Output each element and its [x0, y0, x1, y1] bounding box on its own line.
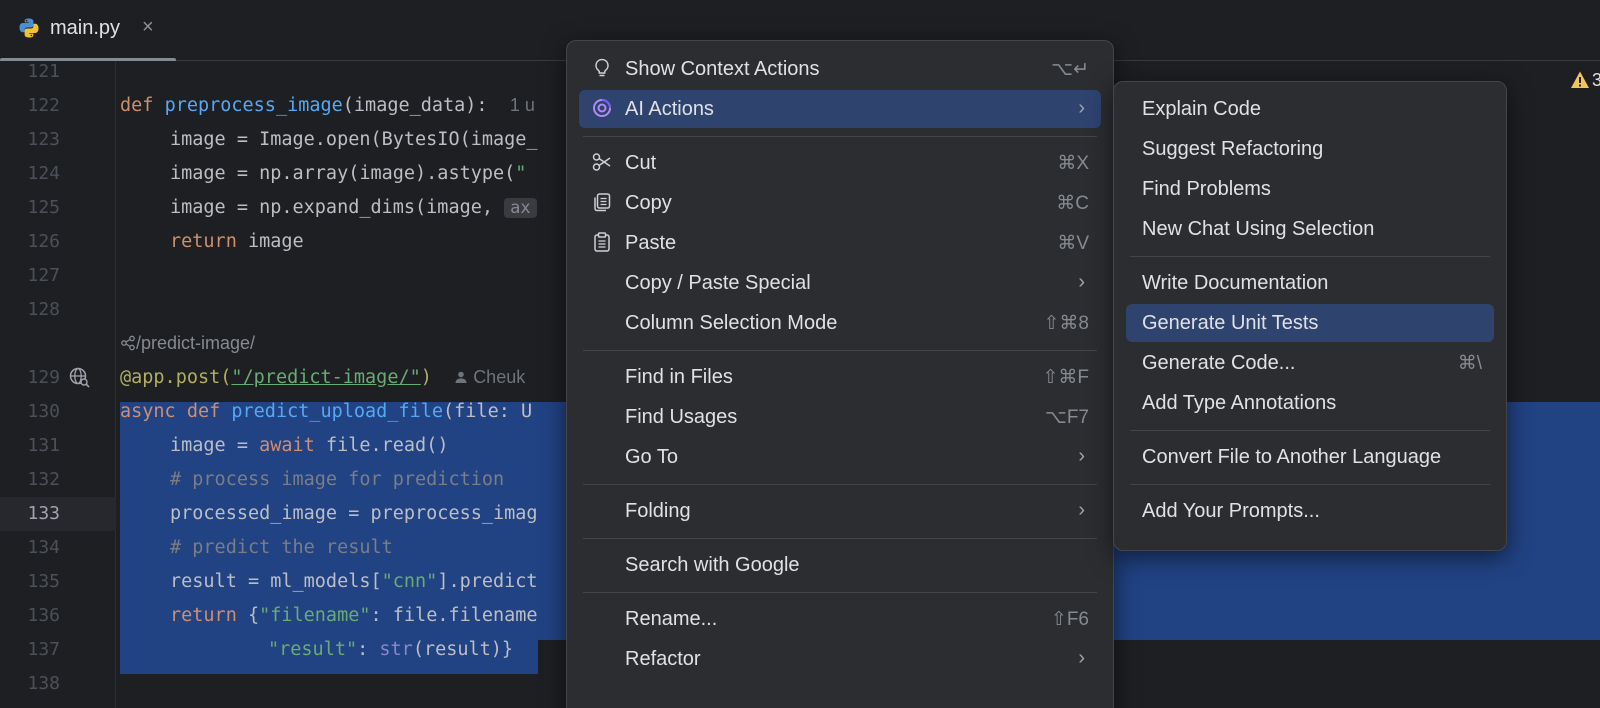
submenu-item-explain-code[interactable]: Explain Code [1126, 90, 1494, 128]
tab-main-py[interactable]: main.py × [0, 0, 176, 62]
menu-separator [583, 592, 1097, 593]
ai-actions-submenu: Explain Code Suggest Refactoring Find Pr… [1113, 81, 1507, 551]
warning-count[interactable]: 3 [1592, 70, 1600, 91]
menu-item-find-usages[interactable]: Find Usages ⌥F7 [579, 398, 1101, 436]
chevron-right-icon: › [1078, 499, 1085, 521]
menu-item-copy-paste-special[interactable]: Copy / Paste Special › [579, 264, 1101, 302]
code-line-134: # predict the result [170, 537, 393, 558]
code-line-123: image = Image.open(BytesIO(image_ [170, 129, 538, 150]
code-line-124: image = np.array(image).astype(" [170, 163, 527, 184]
line-number: 124 [27, 163, 60, 184]
line-number-current: 133 [27, 503, 60, 524]
close-tab-icon[interactable]: × [142, 16, 154, 39]
tab-title: main.py [50, 17, 121, 39]
menu-item-copy[interactable]: Copy ⌘C [579, 184, 1101, 222]
menu-item-paste[interactable]: Paste ⌘V [579, 224, 1101, 262]
chevron-right-icon: › [1078, 271, 1085, 293]
code-line-129: @app.post("/predict-image/") Cheuk [120, 367, 526, 388]
scissors-icon [592, 153, 611, 171]
submenu-item-generate-unit-tests[interactable]: Generate Unit Tests [1126, 304, 1494, 342]
submenu-item-suggest-refactoring[interactable]: Suggest Refactoring [1126, 130, 1494, 168]
copy-icon [594, 193, 611, 212]
line-number: 132 [27, 469, 60, 490]
line-number: 127 [27, 265, 60, 286]
line-number: 134 [27, 537, 60, 558]
menu-separator [583, 136, 1097, 137]
author-inlay-hint: Cheuk [454, 367, 525, 387]
code-line-133: processed_image = preprocess_imag [170, 503, 538, 524]
usage-inlay-hint: 1 u [509, 95, 535, 115]
menu-item-show-context-actions[interactable]: Show Context Actions ⌥↵ [579, 50, 1101, 88]
chevron-right-icon: › [1078, 445, 1085, 467]
submenu-item-generate-code[interactable]: Generate Code... ⌘\ [1126, 344, 1494, 382]
menu-item-rename[interactable]: Rename... ⇧F6 [579, 600, 1101, 638]
menu-item-find-in-files[interactable]: Find in Files ⇧⌘F [579, 358, 1101, 396]
code-line-136: return {"filename": file.filename [170, 605, 538, 626]
menu-separator [583, 538, 1097, 539]
warning-icon[interactable] [1570, 70, 1590, 90]
code-line-131: image = await file.read() [170, 435, 449, 456]
line-number: 123 [27, 129, 60, 150]
code-line-126: return image [170, 231, 304, 252]
lightbulb-icon [595, 58, 609, 77]
line-number: 138 [27, 673, 60, 694]
line-number: 121 [27, 61, 60, 82]
share-icon [121, 335, 135, 351]
code-line-137: "result": str(result)} [268, 639, 514, 660]
line-number-gutter[interactable]: 121 122 123 124 125 126 127 128 129 130 … [0, 61, 116, 708]
menu-separator [1130, 256, 1490, 257]
code-line-122: def preprocess_image(image_data): 1 u [120, 95, 535, 116]
menu-item-go-to[interactable]: Go To › [579, 438, 1101, 476]
user-icon [455, 371, 467, 383]
code-line-125: image = np.expand_dims(image, ax [170, 197, 537, 218]
menu-item-ai-actions[interactable]: AI Actions › [579, 90, 1101, 128]
ai-assistant-icon [593, 99, 611, 117]
menu-item-cut[interactable]: Cut ⌘X [579, 144, 1101, 182]
line-number: 122 [27, 95, 60, 116]
route-path: /predict-image/ [136, 333, 256, 353]
line-number: 130 [27, 401, 60, 422]
menu-separator [583, 484, 1097, 485]
menu-item-column-selection-mode[interactable]: Column Selection Mode ⇧⌘8 [579, 304, 1101, 342]
menu-separator [1130, 430, 1490, 431]
line-number: 135 [27, 571, 60, 592]
clipboard-icon [594, 232, 610, 252]
line-number: 131 [27, 435, 60, 456]
route-code-lens[interactable]: /predict-image/ [120, 333, 255, 354]
line-number: 136 [27, 605, 60, 626]
submenu-item-find-problems[interactable]: Find Problems [1126, 170, 1494, 208]
line-number: 129 [27, 367, 60, 388]
submenu-item-write-documentation[interactable]: Write Documentation [1126, 264, 1494, 302]
python-file-icon [19, 18, 39, 38]
editor-context-menu: Show Context Actions ⌥↵ AI Actions › Cut… [566, 40, 1114, 708]
chevron-right-icon: › [1078, 97, 1085, 119]
menu-item-refactor[interactable]: Refactor › [579, 640, 1101, 678]
endpoint-globe-icon[interactable] [68, 366, 90, 388]
menu-separator [1130, 484, 1490, 485]
submenu-item-add-type-annotations[interactable]: Add Type Annotations [1126, 384, 1494, 422]
menu-item-search-with-google[interactable]: Search with Google [579, 546, 1101, 584]
code-line-135: result = ml_models["cnn"].predict [170, 571, 538, 592]
submenu-item-new-chat-using-selection[interactable]: New Chat Using Selection [1126, 210, 1494, 248]
line-number: 126 [27, 231, 60, 252]
menu-item-folding[interactable]: Folding › [579, 492, 1101, 530]
line-number: 137 [27, 639, 60, 660]
line-number: 128 [27, 299, 60, 320]
submenu-item-add-your-prompts[interactable]: Add Your Prompts... [1126, 492, 1494, 530]
code-line-132: # process image for prediction [170, 469, 505, 490]
submenu-item-convert-file-to-another-language[interactable]: Convert File to Another Language [1126, 438, 1494, 476]
line-number: 125 [27, 197, 60, 218]
chevron-right-icon: › [1078, 647, 1085, 669]
parameter-inlay-hint: ax [504, 198, 537, 218]
menu-separator [583, 350, 1097, 351]
code-line-130: async def predict_upload_file(file: U [120, 401, 533, 422]
